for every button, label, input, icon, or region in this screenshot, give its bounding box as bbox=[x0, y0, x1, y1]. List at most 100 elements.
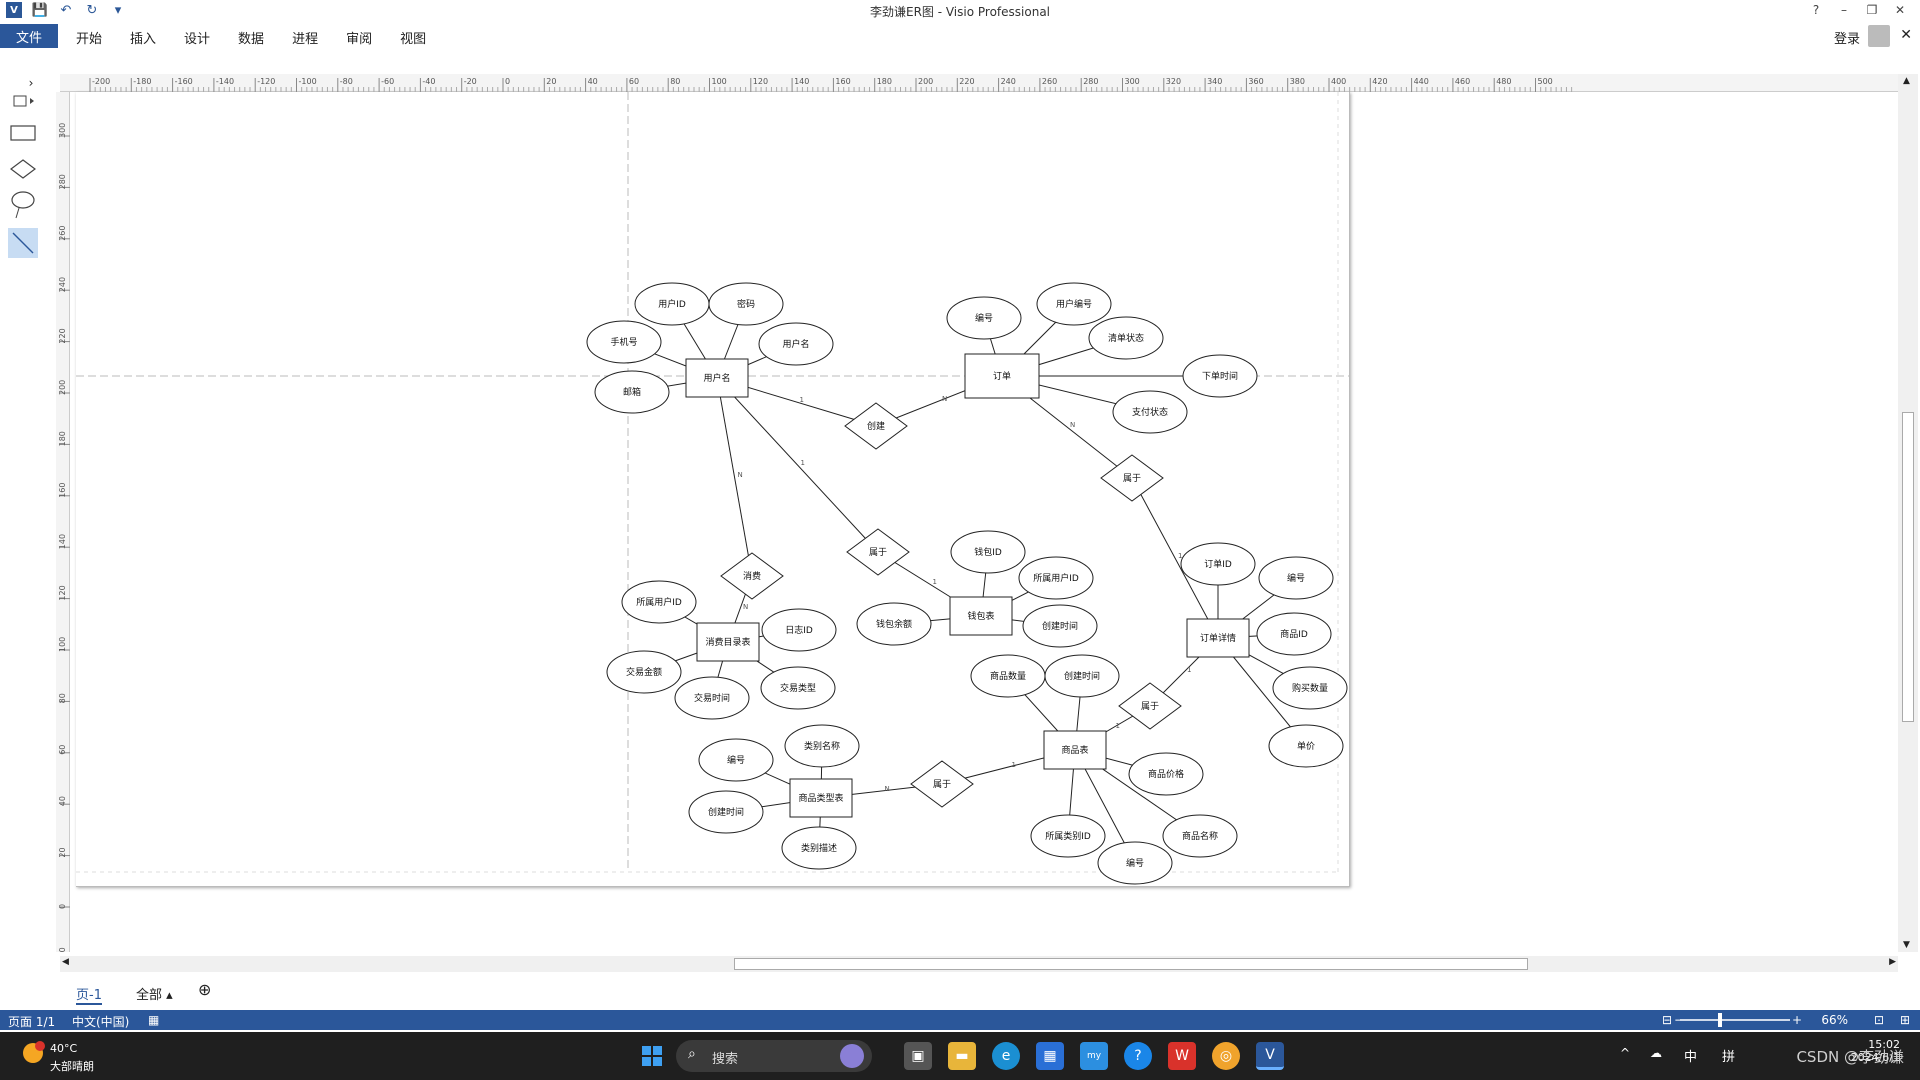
visio-taskbar-icon[interactable]: V bbox=[1256, 1042, 1284, 1070]
windows-taskbar: 40°C 大部晴朗 ⌕ 搜索 ▣ ▬ e ▦ my ? W ◎ V ^ ☁ 中 … bbox=[0, 1032, 1920, 1080]
drawing-page[interactable]: 1 N 1 1 N 1 N N 1 1 N 1 用户ID 密码 手机号 用户名 邮箱 编号 用户编号 清单状态 下单时间… bbox=[76, 92, 1350, 887]
task-view-icon[interactable]: ▣ bbox=[904, 1042, 932, 1070]
attribute-label: 编号 bbox=[975, 312, 993, 324]
file-tab[interactable]: 文件 bbox=[0, 24, 58, 48]
ruler-label: 220 bbox=[959, 77, 974, 86]
ruler-label: 460 bbox=[1455, 77, 1470, 86]
close-document-icon[interactable]: ✕ bbox=[1900, 27, 1912, 43]
relationship-label: 属于 bbox=[933, 779, 951, 790]
ruler-label: 160 bbox=[58, 483, 67, 498]
fit-page-icon[interactable]: ⊡ bbox=[1874, 1013, 1884, 1027]
attribute-label: 下单时间 bbox=[1202, 370, 1238, 382]
start-icon[interactable] bbox=[638, 1042, 666, 1070]
page-indicator[interactable]: 页面 1/1 bbox=[8, 1013, 55, 1030]
horizontal-scrollbar[interactable]: ◀ ▶ bbox=[60, 956, 1898, 972]
browser-icon[interactable]: ◎ bbox=[1212, 1042, 1240, 1070]
ribbon-tab-list: 开始 插入 设计 数据 进程 审阅 视图 bbox=[76, 28, 426, 47]
attribute-label: 手机号 bbox=[610, 336, 637, 348]
horizontal-ruler: -200 -180 -160 -140 -120 -100 -80 -60 -40 -20 0 20 4… bbox=[60, 74, 1898, 92]
ruler-label: 260 bbox=[58, 226, 67, 241]
diamond-tool-icon[interactable] bbox=[8, 154, 38, 184]
attribute-label: 编号 bbox=[1126, 857, 1144, 869]
help-button[interactable]: ? bbox=[1802, 0, 1830, 20]
ruler-label: -200 bbox=[92, 77, 110, 86]
line-tool-icon[interactable] bbox=[8, 228, 38, 258]
page-tabs: 页-1 全部 ▴ ⊕ bbox=[0, 978, 1920, 1010]
help-app-icon[interactable]: ? bbox=[1124, 1042, 1152, 1070]
cardinality-label: 1 bbox=[1012, 761, 1016, 769]
zoom-slider-thumb[interactable] bbox=[1718, 1013, 1722, 1027]
language-indicator[interactable]: 中文(中国) bbox=[72, 1013, 129, 1030]
attribute-label: 用户编号 bbox=[1056, 298, 1092, 310]
attribute-label: 商品数量 bbox=[990, 670, 1026, 682]
zoom-level[interactable]: 66% bbox=[1821, 1013, 1848, 1027]
tab-review[interactable]: 审阅 bbox=[346, 28, 372, 47]
ruler-label: 20 bbox=[546, 77, 556, 86]
close-button[interactable]: ✕ bbox=[1886, 0, 1914, 20]
tab-data[interactable]: 数据 bbox=[238, 28, 264, 47]
window-title: 李劲谦ER图 - Visio Professional bbox=[869, 5, 1051, 19]
zoom-slider[interactable] bbox=[1680, 1019, 1790, 1021]
tab-process[interactable]: 进程 bbox=[292, 28, 318, 47]
cardinality-label: 1 bbox=[1187, 666, 1191, 674]
tab-insert[interactable]: 插入 bbox=[130, 28, 156, 47]
presentation-mode-icon[interactable]: ⊟ bbox=[1662, 1013, 1672, 1027]
ellipse-tool-icon[interactable] bbox=[8, 190, 38, 220]
ruler-label: -20 bbox=[58, 947, 67, 952]
ruler-label: 300 bbox=[58, 123, 67, 138]
all-pages-button[interactable]: 全部 ▴ bbox=[136, 984, 173, 1003]
vertical-ruler: 300 280 260 240 220 200 180 160 140 120 100 80 60 40 2… bbox=[56, 92, 70, 960]
edge-icon[interactable]: e bbox=[992, 1042, 1020, 1070]
macro-icon[interactable]: ▦ bbox=[148, 1013, 159, 1027]
search-label: 搜索 bbox=[712, 1052, 739, 1067]
entity-label: 钱包表 bbox=[967, 610, 994, 622]
vertical-scrollbar[interactable]: ▲ ▼ bbox=[1898, 74, 1918, 952]
attribute-label: 商品名称 bbox=[1182, 830, 1218, 842]
tab-home[interactable]: 开始 bbox=[76, 28, 102, 47]
vertical-scroll-thumb[interactable] bbox=[1902, 412, 1914, 722]
ime-pinyin[interactable]: 拼 bbox=[1722, 1046, 1735, 1065]
switch-windows-icon[interactable]: ⊞ bbox=[1900, 1013, 1910, 1027]
scroll-right-icon[interactable]: ▶ bbox=[1889, 957, 1896, 967]
ruler-label: 120 bbox=[58, 585, 67, 600]
attribute-label: 类别名称 bbox=[804, 740, 840, 752]
ime-mode[interactable]: 中 bbox=[1684, 1046, 1697, 1065]
attribute-label: 密码 bbox=[737, 298, 755, 310]
login-link[interactable]: 登录 bbox=[1834, 28, 1860, 47]
horizontal-scroll-thumb[interactable] bbox=[734, 958, 1528, 970]
ribbon-tabs: 文件 开始 插入 设计 数据 进程 审阅 视图 登录 ✕ bbox=[0, 24, 1920, 49]
wps-icon[interactable]: W bbox=[1168, 1042, 1196, 1070]
ruler-label: 0 bbox=[505, 77, 510, 86]
attribute-label: 用户ID bbox=[658, 298, 686, 310]
rectangle-tool-icon[interactable] bbox=[8, 118, 38, 148]
file-explorer-icon[interactable]: ▬ bbox=[948, 1042, 976, 1070]
search-icon: ⌕ bbox=[688, 1046, 696, 1062]
network-icon[interactable]: ☁ bbox=[1650, 1046, 1662, 1060]
scroll-down-icon[interactable]: ▼ bbox=[1903, 940, 1910, 950]
minimize-button[interactable]: – bbox=[1830, 0, 1858, 20]
ruler-label: 240 bbox=[58, 277, 67, 292]
ruler-label: 100 bbox=[712, 77, 727, 86]
zoom-in-icon[interactable]: + bbox=[1792, 1013, 1802, 1027]
ruler-label: 300 bbox=[1125, 77, 1140, 86]
app-icon[interactable]: my bbox=[1080, 1042, 1108, 1070]
scroll-up-icon[interactable]: ▲ bbox=[1903, 76, 1910, 86]
relation-connector bbox=[716, 377, 753, 577]
entity-label: 订单详情 bbox=[1200, 632, 1236, 644]
tab-view[interactable]: 视图 bbox=[400, 28, 426, 47]
tray-chevron-icon[interactable]: ^ bbox=[1620, 1046, 1630, 1060]
weather-icon[interactable] bbox=[20, 1040, 46, 1069]
avatar[interactable] bbox=[1868, 25, 1890, 47]
taskbar-search[interactable]: ⌕ 搜索 bbox=[676, 1040, 872, 1072]
attribute-label: 钱包余额 bbox=[876, 618, 912, 630]
scroll-left-icon[interactable]: ◀ bbox=[62, 957, 69, 967]
restore-button[interactable]: ❐ bbox=[1858, 0, 1886, 20]
cardinality-label: N bbox=[942, 395, 947, 403]
drawing-canvas[interactable]: 1 N 1 1 N 1 N N 1 1 N 1 用户ID 密码 手机号 用户名 邮箱 编号 用户编号 清单状态 下单时间… bbox=[72, 92, 1898, 952]
attribute-label: 交易类型 bbox=[780, 682, 816, 694]
tab-page-1[interactable]: 页-1 bbox=[76, 984, 102, 1005]
tab-design[interactable]: 设计 bbox=[184, 28, 210, 47]
stencil-icon[interactable] bbox=[8, 86, 38, 116]
add-page-icon[interactable]: ⊕ bbox=[198, 980, 211, 999]
store-icon[interactable]: ▦ bbox=[1036, 1042, 1064, 1070]
